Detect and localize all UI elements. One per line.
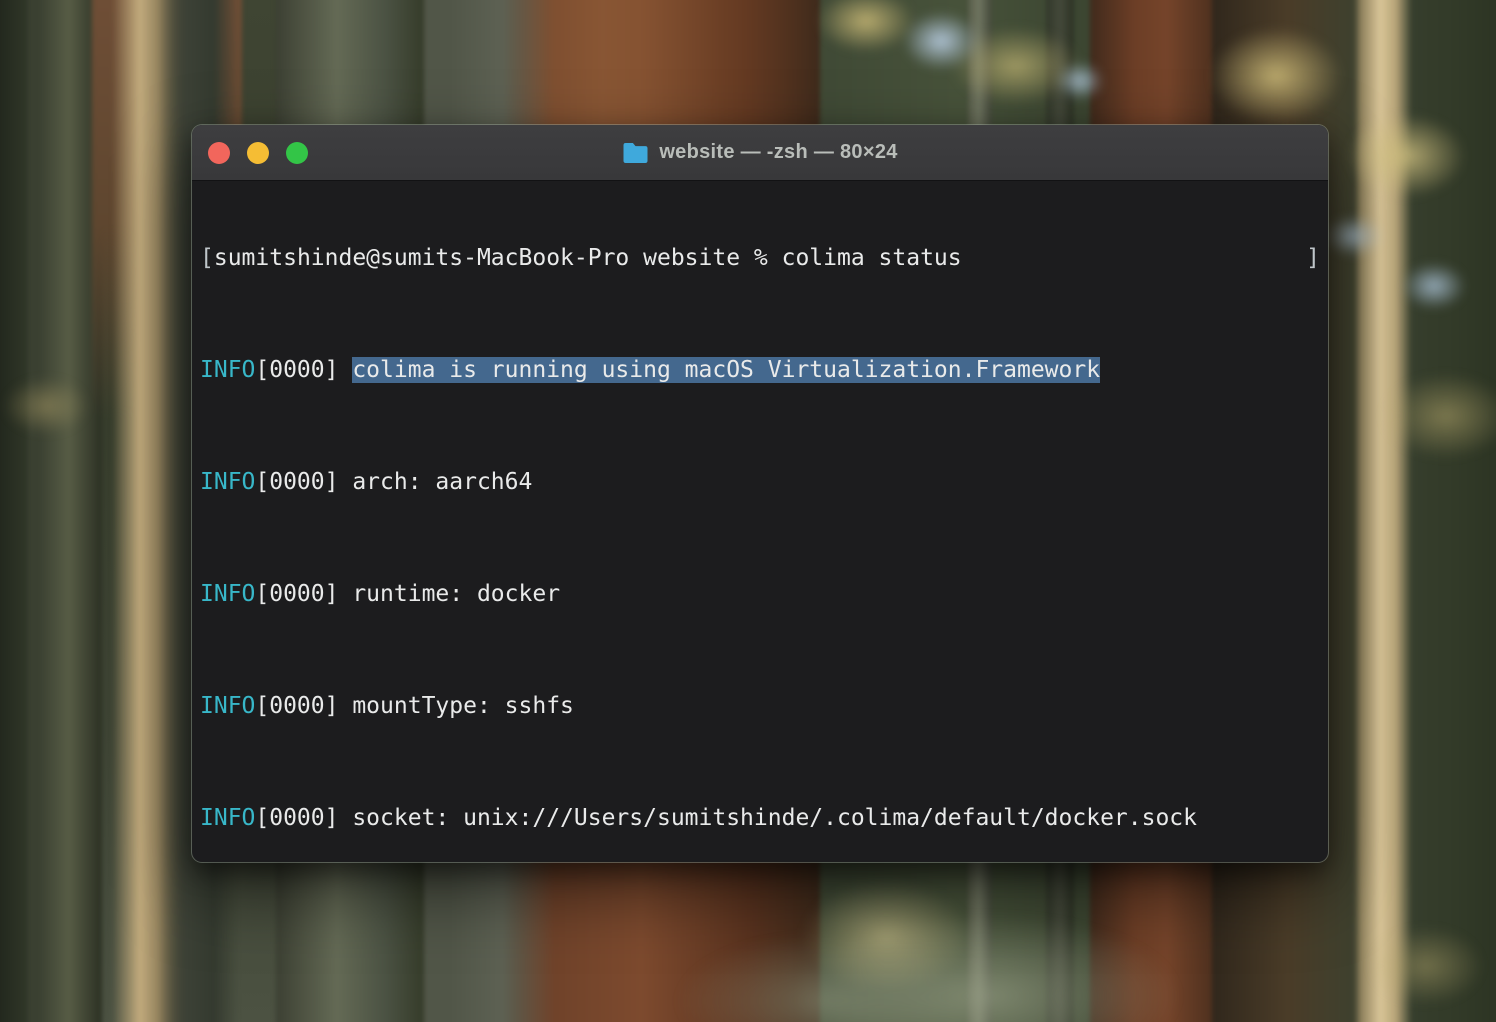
log-level-label: INFO xyxy=(200,693,255,719)
close-button[interactable] xyxy=(208,142,230,164)
log-message: mountType: sshfs xyxy=(352,693,574,719)
log-level-label: INFO xyxy=(200,469,255,495)
command-open-mark: [ xyxy=(200,245,214,271)
command-text: sumitshinde@sumits-MacBook-Pro website %… xyxy=(214,245,962,271)
log-level-label: INFO xyxy=(200,581,255,607)
command-close-mark: ] xyxy=(1306,244,1320,272)
terminal-line-output: INFO[0000] mountType: sshfs xyxy=(200,692,1320,720)
log-timestamp: [0000] xyxy=(255,693,352,719)
log-message: socket: unix:///Users/sumitshinde/.colim… xyxy=(352,805,1197,831)
log-level-label: INFO xyxy=(200,357,255,383)
terminal-window: website — -zsh — 80×24 [sumitshinde@sumi… xyxy=(192,125,1328,862)
terminal-content[interactable]: [sumitshinde@sumits-MacBook-Pro website … xyxy=(192,181,1328,862)
window-title: website — -zsh — 80×24 xyxy=(659,141,897,164)
zoom-button[interactable] xyxy=(286,142,308,164)
log-timestamp: [0000] xyxy=(255,581,352,607)
terminal-line-output: INFO[0000] socket: unix:///Users/sumitsh… xyxy=(200,804,1320,832)
selected-text: colima is running using macOS Virtualiza… xyxy=(352,357,1100,383)
minimize-button[interactable] xyxy=(247,142,269,164)
window-title-group: website — -zsh — 80×24 xyxy=(622,141,897,164)
terminal-line-command: [sumitshinde@sumits-MacBook-Pro website … xyxy=(200,244,1320,272)
log-timestamp: [0000] xyxy=(255,357,352,383)
log-level-label: INFO xyxy=(200,805,255,831)
terminal-line-output: INFO[0000] runtime: docker xyxy=(200,580,1320,608)
log-timestamp: [0000] xyxy=(255,469,352,495)
terminal-line-output: INFO[0000] arch: aarch64 xyxy=(200,468,1320,496)
log-timestamp: [0000] xyxy=(255,805,352,831)
log-message: arch: aarch64 xyxy=(352,469,532,495)
window-titlebar[interactable]: website — -zsh — 80×24 xyxy=(192,125,1328,181)
terminal-line-output: INFO[0000] colima is running using macOS… xyxy=(200,356,1320,384)
traffic-light-buttons xyxy=(208,125,308,180)
folder-icon xyxy=(622,142,649,163)
log-message: runtime: docker xyxy=(352,581,560,607)
